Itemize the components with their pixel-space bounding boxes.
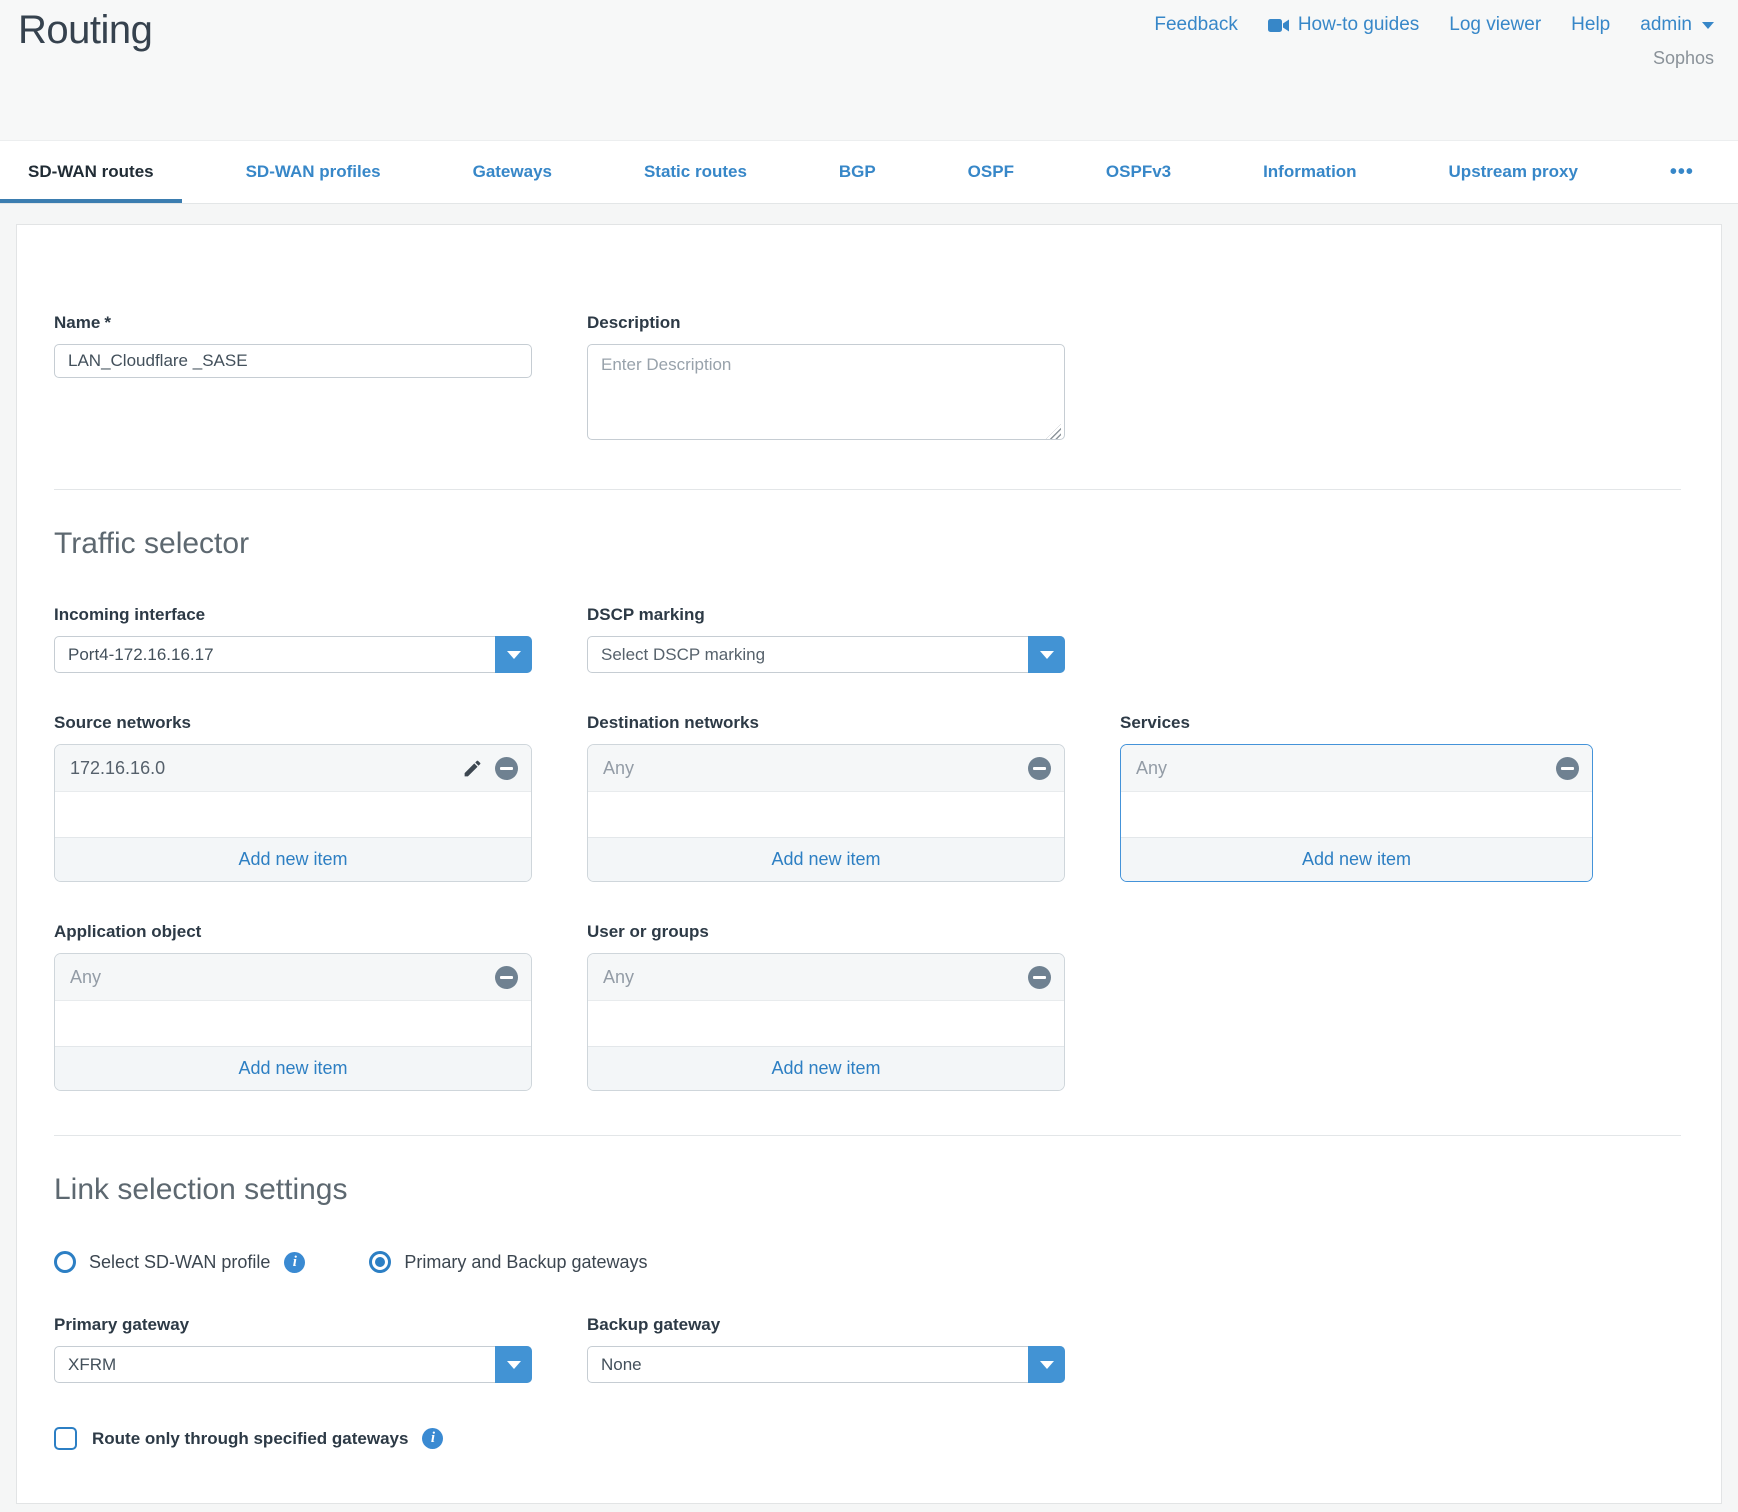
add-new-item-button[interactable]: Add new item: [55, 837, 531, 881]
list-item: Any: [588, 745, 1064, 792]
radio-icon[interactable]: [369, 1251, 391, 1273]
backup-gateway-label: Backup gateway: [587, 1315, 1065, 1335]
tab-bar: SD-WAN routes SD-WAN profiles Gateways S…: [0, 140, 1738, 204]
tab-gateways[interactable]: Gateways: [445, 141, 580, 203]
remove-item-icon[interactable]: [1028, 966, 1051, 989]
list-item: Any: [55, 954, 531, 1001]
incoming-interface-select[interactable]: Port4-172.16.16.17: [54, 636, 532, 673]
remove-item-icon[interactable]: [1556, 757, 1579, 780]
admin-menu[interactable]: admin: [1640, 14, 1714, 36]
tab-sdwan-routes[interactable]: SD-WAN routes: [0, 141, 182, 203]
video-camera-icon: [1268, 18, 1290, 33]
user-or-groups-listbox: Any Add new item: [587, 953, 1065, 1091]
listbox-spacer: [55, 1001, 531, 1046]
traffic-selector-heading: Traffic selector: [54, 527, 1681, 561]
help-link[interactable]: Help: [1571, 14, 1610, 36]
add-new-item-button[interactable]: Add new item: [588, 837, 1064, 881]
radio-icon[interactable]: [54, 1251, 76, 1273]
remove-item-icon[interactable]: [495, 757, 518, 780]
listbox-spacer: [588, 792, 1064, 837]
radio-select-sdwan-profile[interactable]: Select SD-WAN profile i: [54, 1251, 305, 1273]
chevron-down-icon: [507, 1361, 521, 1369]
source-networks-label: Source networks: [54, 713, 532, 733]
name-label: Name*: [54, 313, 532, 333]
link-selection-heading: Link selection settings: [54, 1173, 1681, 1207]
tab-bgp[interactable]: BGP: [811, 141, 904, 203]
dropdown-button[interactable]: [1028, 636, 1065, 673]
tab-upstream-proxy[interactable]: Upstream proxy: [1421, 141, 1606, 203]
backup-gateway-select[interactable]: None: [587, 1346, 1065, 1383]
destination-networks-listbox: Any Add new item: [587, 744, 1065, 882]
user-or-groups-label: User or groups: [587, 922, 1065, 942]
name-input[interactable]: [54, 344, 532, 378]
dropdown-button[interactable]: [1028, 1346, 1065, 1383]
route-only-checkbox[interactable]: [54, 1427, 77, 1450]
howto-guides-link[interactable]: How-to guides: [1268, 14, 1419, 36]
dscp-marking-select[interactable]: Select DSCP marking: [587, 636, 1065, 673]
services-listbox: Any Add new item: [1120, 744, 1593, 882]
primary-gateway-select[interactable]: XFRM: [54, 1346, 532, 1383]
source-networks-listbox: 172.16.16.0 Add new item: [54, 744, 532, 882]
section-divider: [54, 1135, 1681, 1136]
section-divider: [54, 489, 1681, 490]
list-item: Any: [588, 954, 1064, 1001]
application-object-label: Application object: [54, 922, 532, 942]
chevron-down-icon: [1702, 22, 1714, 29]
chevron-down-icon: [1040, 1361, 1054, 1369]
log-viewer-link[interactable]: Log viewer: [1449, 14, 1541, 36]
listbox-spacer: [1121, 792, 1592, 837]
top-bar: Routing Feedback How-to guides Log viewe…: [0, 0, 1738, 140]
top-links: Feedback How-to guides Log viewer Help a…: [1154, 14, 1714, 36]
incoming-interface-label: Incoming interface: [54, 605, 532, 625]
tab-information[interactable]: Information: [1235, 141, 1385, 203]
radio-primary-backup-gateways[interactable]: Primary and Backup gateways: [369, 1251, 647, 1273]
info-icon[interactable]: i: [284, 1252, 305, 1273]
chevron-down-icon: [1040, 651, 1054, 659]
primary-gateway-label: Primary gateway: [54, 1315, 532, 1335]
page-title: Routing: [18, 8, 152, 53]
add-new-item-button[interactable]: Add new item: [1121, 837, 1592, 881]
destination-networks-label: Destination networks: [587, 713, 1065, 733]
description-label: Description: [587, 313, 1065, 333]
add-new-item-button[interactable]: Add new item: [588, 1046, 1064, 1090]
list-item: Any: [1121, 745, 1592, 792]
route-only-checkbox-row: Route only through specified gateways i: [54, 1427, 1681, 1450]
edit-pencil-icon[interactable]: [462, 758, 483, 779]
list-item: 172.16.16.0: [55, 745, 531, 792]
listbox-spacer: [588, 1001, 1064, 1046]
link-selection-radio-row: Select SD-WAN profile i Primary and Back…: [54, 1251, 1681, 1273]
add-new-item-button[interactable]: Add new item: [55, 1046, 531, 1090]
description-input[interactable]: [587, 344, 1065, 440]
form-card: Name* Description Traffic selector Incom…: [16, 224, 1722, 1504]
chevron-down-icon: [507, 651, 521, 659]
info-icon[interactable]: i: [422, 1428, 443, 1449]
feedback-link[interactable]: Feedback: [1154, 14, 1237, 36]
application-object-listbox: Any Add new item: [54, 953, 532, 1091]
dscp-marking-label: DSCP marking: [587, 605, 1065, 625]
remove-item-icon[interactable]: [1028, 757, 1051, 780]
tab-ospf[interactable]: OSPF: [940, 141, 1042, 203]
listbox-spacer: [55, 792, 531, 837]
services-label: Services: [1120, 713, 1593, 733]
remove-item-icon[interactable]: [495, 966, 518, 989]
tab-static-routes[interactable]: Static routes: [616, 141, 775, 203]
brand-label: Sophos: [1653, 48, 1714, 69]
dropdown-button[interactable]: [495, 636, 532, 673]
tabs-overflow-button[interactable]: •••: [1642, 141, 1722, 203]
dropdown-button[interactable]: [495, 1346, 532, 1383]
tab-ospfv3[interactable]: OSPFv3: [1078, 141, 1199, 203]
tab-sdwan-profiles[interactable]: SD-WAN profiles: [218, 141, 409, 203]
